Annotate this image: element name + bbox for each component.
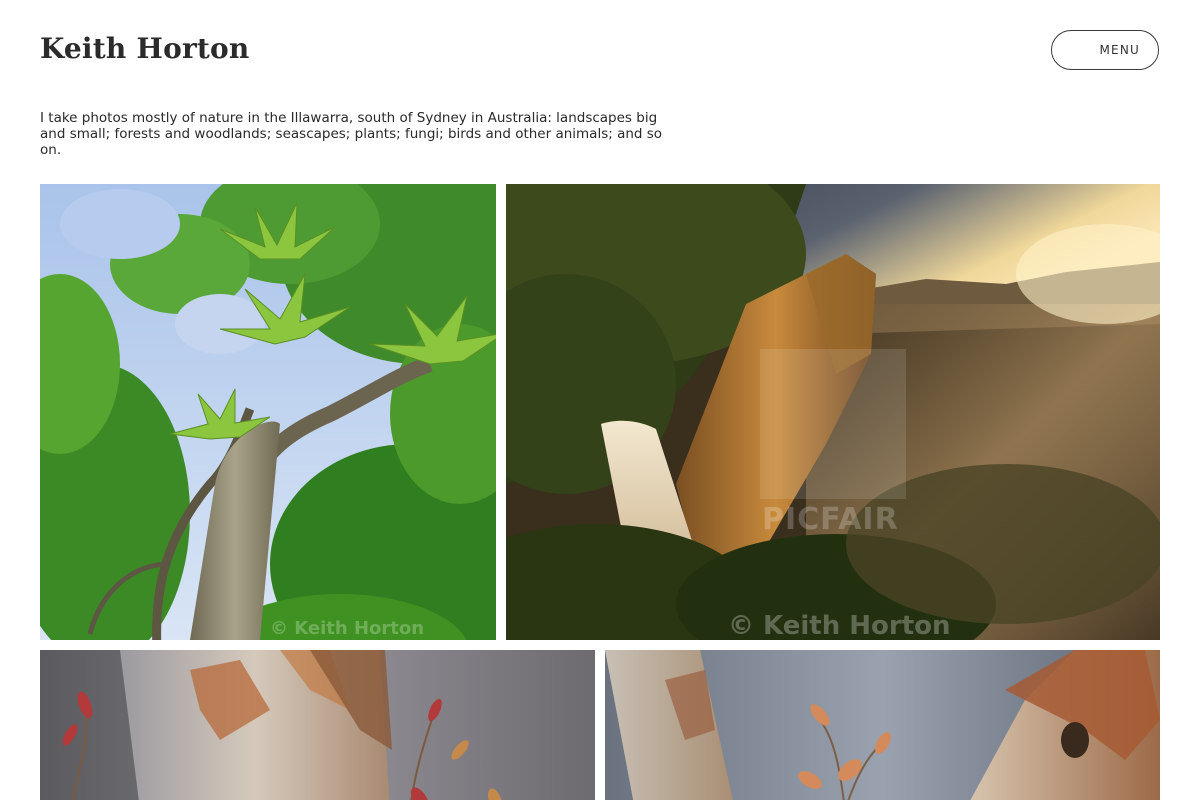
photo-tree-ferns-image: © Keith Horton: [40, 184, 496, 640]
menu-button[interactable]: MENU: [1051, 30, 1159, 70]
site-title[interactable]: Keith Horton: [40, 32, 249, 65]
menu-button-label: MENU: [1099, 43, 1140, 57]
photo-waterfall-watermark: © Keith Horton: [728, 611, 951, 640]
gallery-photo-eucalyptus-trunk[interactable]: [40, 650, 595, 800]
photo-eucalyptus-pair-image: [605, 650, 1160, 800]
intro-text: I take photos mostly of nature in the Il…: [40, 110, 663, 158]
photo-eucalyptus-trunk-image: [40, 650, 595, 800]
gallery-photo-eucalyptus-pair[interactable]: [605, 650, 1160, 800]
photo-waterfall-image: PICFAIR © Keith Horton: [506, 184, 1160, 640]
gallery-photo-waterfall[interactable]: PICFAIR © Keith Horton: [506, 184, 1160, 640]
gallery-photo-tree-ferns[interactable]: © Keith Horton: [40, 184, 496, 640]
photo-waterfall-logo-watermark: PICFAIR: [762, 502, 899, 537]
page: Keith Horton MENU I take photos mostly o…: [0, 0, 1200, 800]
